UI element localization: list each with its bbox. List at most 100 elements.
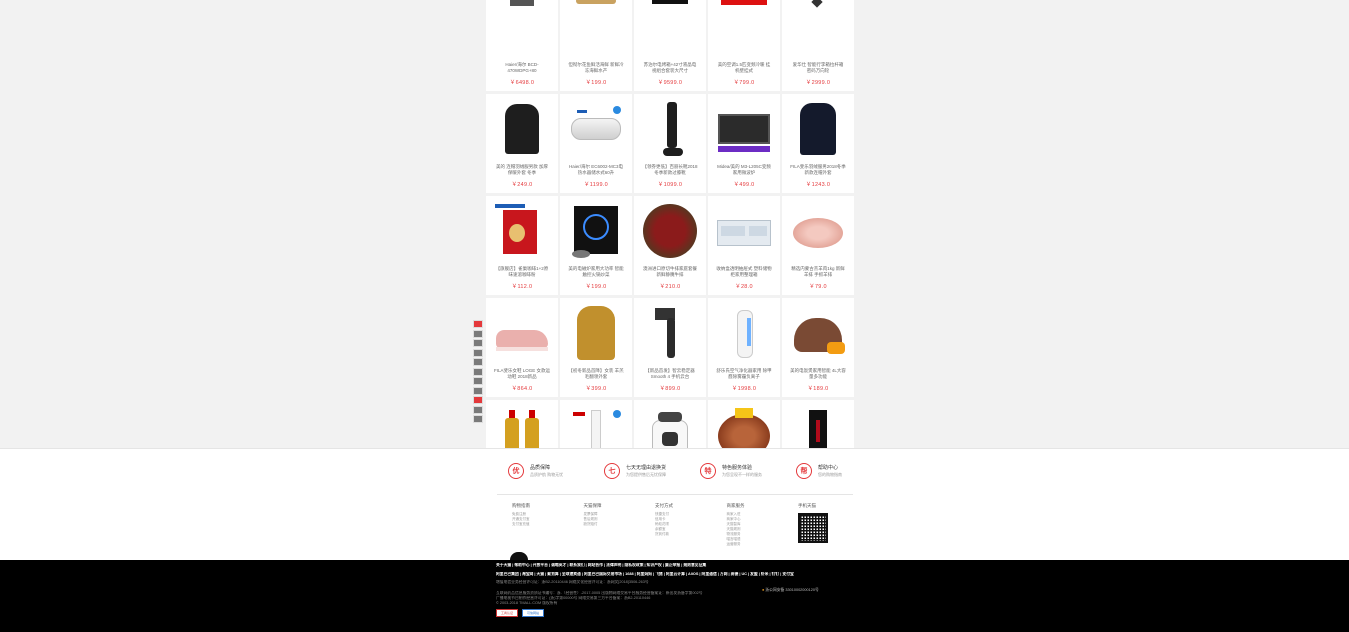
promise-row: 优品质保障 品质护航 购物无忧 七七天无理由退换货 为您提供售后无忧保障 特特色服务体验… [508, 463, 868, 479]
police-record-text: 浙公网安备 33010002000120号 [765, 588, 819, 592]
floor-nav-item[interactable] [473, 396, 483, 404]
product-name[interactable]: 澳洲进口原切牛排家庭套餐 新鲜静腌牛排 [634, 266, 706, 278]
scissors-icon[interactable] [789, 0, 847, 56]
product-price: ￥1998.0 [731, 386, 757, 392]
fleece-coat-icon[interactable] [567, 304, 625, 362]
product-name[interactable]: 【领券更低】百丽长靴2018冬季新款过膝靴 [634, 164, 706, 176]
fridge-icon[interactable] [493, 0, 551, 56]
floor-nav-item[interactable] [473, 415, 483, 423]
footer-link[interactable]: 运营服务 [727, 542, 799, 547]
product-name[interactable]: Haier/海尔 EC6002-MC3电热水器储水式60升 [560, 164, 632, 176]
product-card[interactable]: FILA斐乐女鞋 LOGE 女款运动鞋 2018新品 ￥864.0 [486, 298, 558, 397]
floor-nav-item[interactable] [473, 377, 483, 385]
product-name[interactable]: 美的电饭煲家用智能 4L大容量多功能 [782, 368, 854, 380]
steak-icon[interactable] [641, 202, 699, 260]
footer-link[interactable]: 货到付款 [655, 532, 727, 537]
product-card[interactable]: 【初冬新品首降】女装 羊羔毛翻领外套 ￥399.0 [560, 298, 632, 397]
product-card[interactable]: 收纳盒透明抽屉式 塑料储物柜家用整理箱 ￥28.0 [708, 196, 780, 295]
footer-link[interactable]: 缺货赔付 [584, 522, 656, 527]
floor-nav-item[interactable] [473, 358, 483, 366]
product-row: 美的 连帽羽绒服男款 加厚保暖外套 冬季 ￥249.0 Haier/海尔 EC600… [486, 94, 854, 193]
lamb-icon[interactable] [789, 202, 847, 260]
product-card[interactable]: 但彻尔花鱼鲜活海鲜 新鲜冷冻海鲜水产 ￥199.0 [560, 0, 632, 91]
footer-link[interactable]: 支付宝充值 [512, 522, 584, 527]
product-card[interactable]: 【旗舰店】雀巢咖啡1+2原味速溶咖啡粉 ￥112.0 [486, 196, 558, 295]
promise-subtitle: 为您呈现不一样的服务 [722, 471, 762, 477]
product-card[interactable]: 美的电磁炉家用大功率 智能触控火锅炒菜 ￥199.0 [560, 196, 632, 295]
tv-icon[interactable] [641, 0, 699, 56]
product-name[interactable]: FILA斐乐女鞋 LOGE 女款运动鞋 2018新品 [486, 368, 558, 380]
product-name[interactable]: 舒乐氏空气净化器家用 除甲醛除雾霾负离子 [708, 368, 780, 380]
promise-badge-icon: 特 [700, 463, 716, 479]
microwave-icon[interactable] [715, 100, 773, 158]
purifier-icon[interactable] [715, 304, 773, 362]
product-name[interactable]: Haier/海尔 BCD-470WDPG+80 [486, 62, 558, 74]
product-card[interactable]: 【领券更低】百丽长靴2018冬季新款过膝靴 ￥1099.0 [634, 94, 706, 193]
product-card[interactable]: 美的空调1.5匹变频冷暖 挂机壁挂式 ￥799.0 [708, 0, 780, 91]
police-record[interactable]: ● 浙公网安备 33010002000120号 [762, 588, 819, 593]
product-name[interactable]: FILA斐乐羽绒服男2018冬季新款连帽外套 [782, 164, 854, 176]
water-heater-icon[interactable] [567, 100, 625, 158]
promise-badge-icon: 七 [604, 463, 620, 479]
product-card[interactable]: 爱华仕 智能行李箱拉杆箱 密码万向轮 ￥2999.0 [782, 0, 854, 91]
seafood-icon[interactable] [567, 0, 625, 56]
promise-item[interactable]: 特特色服务体验 为您呈现不一样的服务 [700, 463, 772, 479]
promise-item[interactable]: 帮帮助中心 您的购物指南 [796, 463, 868, 479]
product-name[interactable]: 爱华仕 智能行李箱拉杆箱 密码万向轮 [782, 62, 854, 74]
floor-nav-item[interactable] [473, 367, 483, 376]
boot-icon[interactable] [641, 100, 699, 158]
jacket-icon[interactable] [493, 100, 551, 158]
product-card[interactable]: Haier/海尔 EC6002-MC3电热水器储水式60升 ￥1199.0 [560, 94, 632, 193]
product-name[interactable]: 收纳盒透明抽屉式 塑料储物柜家用整理箱 [708, 266, 780, 278]
product-card[interactable]: 澳洲进口原切牛排家庭套餐 新鲜静腌牛排 ￥210.0 [634, 196, 706, 295]
appliance-icon[interactable] [715, 0, 773, 56]
product-name[interactable]: 苏泊尔电烤箱+42寸液晶电视组合套装大尺寸 [634, 62, 706, 74]
product-card[interactable]: 舒乐氏空气净化器家用 除甲醛除雾霾负离子 ￥1998.0 [708, 298, 780, 397]
product-card[interactable]: 【新品首发】智云稳定器 Smooth 4 手机云台 ￥899.0 [634, 298, 706, 397]
floor-nav-item[interactable] [473, 348, 483, 357]
promise-item[interactable]: 七七天无理由退换货 为您提供售后无忧保障 [604, 463, 676, 479]
product-name[interactable]: Midea/美的 M3-L205C变频家用微波炉 [708, 164, 780, 176]
gimbal-icon[interactable] [641, 304, 699, 362]
floor-nav-item[interactable] [473, 386, 483, 395]
floor-nav-item[interactable] [473, 405, 483, 414]
induction-cooker-icon[interactable] [567, 202, 625, 260]
product-card[interactable]: FILA斐乐羽绒服男2018冬季新款连帽外套 ￥1243.0 [782, 94, 854, 193]
product-grid: Haier/海尔 BCD-470WDPG+80 ￥6498.0 但彻尔花鱼鲜活海鲜 … [486, 0, 854, 502]
product-name[interactable]: 精选内蒙古羔羊肉1kg 新鲜羊排 手抓羊排 [782, 266, 854, 278]
rice-cooker-icon[interactable] [789, 304, 847, 362]
divider [497, 494, 853, 495]
product-card[interactable]: 美的电饭煲家用智能 4L大容量多功能 ￥189.0 [782, 298, 854, 397]
promise-title: 帮助中心 [818, 464, 839, 471]
footer-links-line[interactable]: 关于天猫 | 帮助中心 | 开放平台 | 诚聘英才 | 联系我们 | 网站合作 … [496, 563, 856, 568]
footer-link-column: 天猫保障 发票保障 售后规则 缺货赔付 [584, 503, 656, 547]
product-card[interactable]: 美的 连帽羽绒服男款 加厚保暖外套 冬季 ￥249.0 [486, 94, 558, 193]
floor-nav-item[interactable] [473, 339, 483, 347]
product-card[interactable]: Midea/美的 M3-L205C变频家用微波炉 ￥499.0 [708, 94, 780, 193]
down-jacket-icon[interactable] [789, 100, 847, 158]
product-name[interactable]: 但彻尔花鱼鲜活海鲜 新鲜冷冻海鲜水产 [560, 62, 632, 74]
coffee-box-icon[interactable] [493, 202, 551, 260]
product-name[interactable]: 美的空调1.5匹变频冷暖 挂机壁挂式 [708, 62, 780, 74]
product-name[interactable]: 美的 连帽羽绒服男款 加厚保暖外套 冬季 [486, 164, 558, 176]
footer-link-column: 支付方式 快捷支付 信用卡 蚂蚁花呗 余额宝 货到付款 [655, 503, 727, 547]
product-name[interactable]: 【初冬新品首降】女装 羊羔毛翻领外套 [560, 368, 632, 380]
floor-nav[interactable] [473, 320, 483, 425]
product-card[interactable]: 精选内蒙古羔羊肉1kg 新鲜羊排 手抓羊排 ￥79.0 [782, 196, 854, 295]
footer-group-links[interactable]: 阿里巴巴集团 | 淘宝网 | 天猫 | 聚划算 | 全球速卖通 | 阿里巴巴国际… [496, 572, 856, 577]
product-name[interactable]: 美的电磁炉家用大功率 智能触控火锅炒菜 [560, 266, 632, 278]
floor-nav-item[interactable] [473, 329, 483, 338]
product-name[interactable]: 【新品首发】智云稳定器 Smooth 4 手机云台 [634, 368, 706, 380]
service-promise-section: 优品质保障 品质护航 购物无忧 七七天无理由退换货 为您提供售后无忧保障 特特色服务体验… [0, 448, 1349, 562]
product-card[interactable]: 苏泊尔电烤箱+42寸液晶电视组合套装大尺寸 ￥9599.0 [634, 0, 706, 91]
product-price: ￥189.0 [807, 386, 829, 392]
business-cert-badge[interactable]: 工商认证 [496, 609, 518, 617]
promise-item[interactable]: 优品质保障 品质护航 购物无忧 [508, 463, 580, 479]
floor-nav-item[interactable] [473, 320, 483, 328]
product-card[interactable]: Haier/海尔 BCD-470WDPG+80 ￥6498.0 [486, 0, 558, 91]
trusted-site-badge[interactable]: 可信网站 [522, 609, 544, 617]
sneaker-icon[interactable] [493, 304, 551, 362]
product-name[interactable]: 【旗舰店】雀巢咖啡1+2原味速溶咖啡粉 [486, 266, 558, 278]
promise-subtitle: 您的购物指南 [818, 471, 842, 477]
storage-icon[interactable] [715, 202, 773, 260]
